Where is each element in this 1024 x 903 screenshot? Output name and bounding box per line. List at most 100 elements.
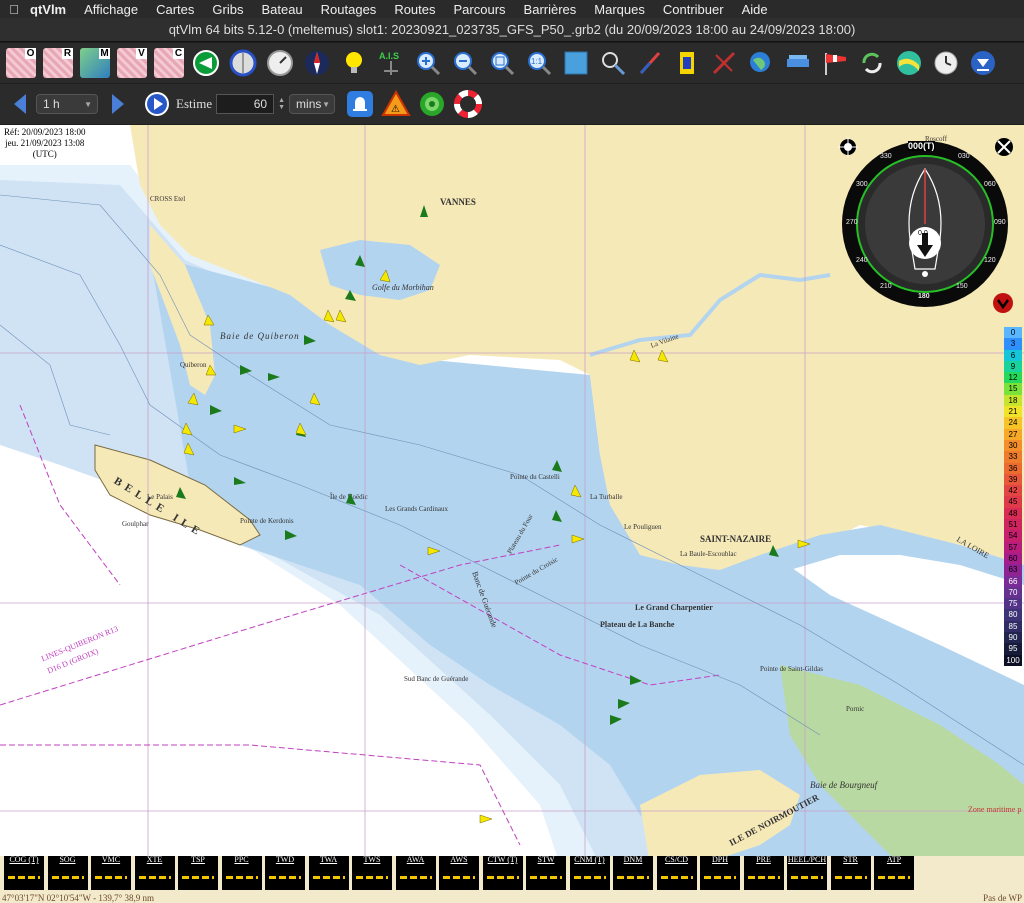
zoom-out-icon[interactable] [450, 48, 480, 78]
zoom-in-icon[interactable] [413, 48, 443, 78]
label-le-palais: Le Palais [147, 493, 173, 501]
compass-tick-030: 030 [958, 153, 970, 160]
estime-input[interactable]: 60 [216, 94, 275, 114]
compass-rose[interactable] [840, 139, 1010, 309]
instrument-cog-t[interactable]: COG (T) [4, 855, 44, 890]
instrument-label: PPC [234, 855, 249, 864]
target-icon[interactable] [417, 89, 447, 119]
wind-scale-step: 100 [1004, 654, 1022, 666]
ais-icon[interactable]: A.I.S [376, 48, 406, 78]
estime-stepper[interactable]: ▲ ▼ [278, 97, 285, 111]
layer-r-button[interactable]: R [43, 48, 73, 78]
label-le-pouliguen: Le Pouliguen [624, 523, 662, 531]
wind-scale-step: 27 [1004, 428, 1022, 440]
no-route-icon[interactable] [709, 48, 739, 78]
wind-scale-step: 95 [1004, 643, 1022, 655]
layer-c-button[interactable]: C [154, 48, 184, 78]
menu-aide[interactable]: Aide [742, 2, 768, 17]
menu-parcours[interactable]: Parcours [454, 2, 506, 17]
warning-icon[interactable]: ⚠ [381, 89, 411, 119]
globe-icon[interactable] [746, 48, 776, 78]
instrument-xte[interactable]: XTE [134, 855, 175, 890]
menu-contribuer[interactable]: Contribuer [663, 2, 724, 17]
menu-marques[interactable]: Marques [594, 2, 645, 17]
map-timezone: (UTC) [32, 149, 57, 159]
anchor-down-icon[interactable] [992, 292, 1014, 314]
instrument-label: XTE [146, 855, 163, 864]
instrument-aws[interactable]: AWS [439, 855, 479, 890]
instrument-awa[interactable]: AWA [395, 855, 436, 890]
play-icon[interactable] [144, 91, 170, 117]
label-baie-quiberon: Baie de Quiberon [220, 331, 300, 341]
instrument-label: TWA [319, 855, 338, 864]
compass-tick-300: 300 [856, 181, 868, 188]
menu-routes[interactable]: Routes [394, 2, 435, 17]
step-back-icon[interactable] [10, 91, 30, 117]
flag-icon[interactable] [672, 48, 702, 78]
windsock-icon[interactable] [820, 48, 850, 78]
alarm-bell-icon[interactable] [345, 89, 375, 119]
menu-affichage[interactable]: Affichage [84, 2, 138, 17]
needle-icon[interactable] [635, 48, 665, 78]
instrument-dph[interactable]: DPH [700, 855, 740, 890]
instrument-label: CS/CD [664, 855, 689, 864]
step-forward-icon[interactable] [108, 91, 128, 117]
menu-routages[interactable]: Routages [321, 2, 377, 17]
step-select[interactable]: 1 h ▼ [36, 94, 98, 114]
layer-m-button[interactable]: M [80, 48, 110, 78]
layer-c-label: C [173, 48, 184, 59]
layer-o-button[interactable]: O [6, 48, 36, 78]
crosshair-icon[interactable] [838, 137, 858, 157]
menu-cartes[interactable]: Cartes [156, 2, 194, 17]
grib-icon[interactable] [894, 48, 924, 78]
gauge-icon[interactable] [265, 48, 295, 78]
instrument-value-placeholder [225, 876, 258, 879]
search-icon[interactable] [598, 48, 628, 78]
instrument-sog[interactable]: SOG [47, 855, 88, 890]
layers-icon[interactable] [783, 48, 813, 78]
instrument-value-placeholder [486, 876, 519, 879]
instrument-tws[interactable]: TWS [352, 855, 392, 890]
menu-gribs[interactable]: Gribs [212, 2, 243, 17]
instrument-str[interactable]: STR [830, 855, 871, 890]
instrument-cnm-t[interactable]: CNM (T) [569, 855, 610, 890]
label-pointe-castelli: Pointe du Castelli [510, 473, 560, 481]
menu-barrieres[interactable]: Barrières [524, 2, 577, 17]
estime-unit-select[interactable]: mins ▼ [289, 94, 336, 114]
instrument-dnm[interactable]: DNM [613, 855, 653, 890]
expand-icon[interactable] [994, 137, 1014, 157]
menu-bateau[interactable]: Bateau [261, 2, 302, 17]
instrument-pre[interactable]: PRE [743, 855, 784, 890]
layer-v-label: V [136, 48, 147, 59]
instrument-label: AWS [450, 855, 468, 864]
apple-menu-icon[interactable]:  [4, 2, 24, 17]
download-icon[interactable] [968, 48, 998, 78]
layer-v-button[interactable]: V [117, 48, 147, 78]
instrument-heel-pch[interactable]: HEEL/PCH [787, 855, 827, 890]
wind-compass-icon[interactable] [302, 48, 332, 78]
instrument-twd[interactable]: TWD [265, 855, 305, 890]
lightbulb-icon[interactable] [339, 48, 369, 78]
play-back-icon[interactable] [191, 48, 221, 78]
refresh-icon[interactable] [857, 48, 887, 78]
instrument-twa[interactable]: TWA [308, 855, 349, 890]
lifebuoy-icon[interactable] [453, 89, 483, 119]
instrument-ppc[interactable]: PPC [221, 855, 262, 890]
wind-scale-step: 63 [1004, 564, 1022, 576]
instrument-tsp[interactable]: TSP [178, 855, 218, 890]
instrument-vmc[interactable]: VMC [91, 855, 131, 890]
instrument-atp[interactable]: ATP [874, 855, 914, 890]
chart-map[interactable]: Réf: 20/09/2023 18:00 jeu. 21/09/2023 13… [0, 125, 1024, 865]
instrument-stw[interactable]: STW [526, 855, 566, 890]
instrument-ctw-t[interactable]: CTW (T) [482, 855, 523, 890]
wind-scale-step: 48 [1004, 507, 1022, 520]
clock-icon[interactable] [931, 48, 961, 78]
menu-app[interactable]: qtVlm [30, 2, 66, 17]
map-square-icon[interactable] [561, 48, 591, 78]
label-goulphar: Goulphar [122, 520, 149, 528]
zoom-1to1-icon[interactable]: 1:1 [524, 48, 554, 78]
instrument-label: CNM (T) [574, 855, 605, 864]
zoom-area-icon[interactable] [487, 48, 517, 78]
compass-icon[interactable] [228, 48, 258, 78]
instrument-cs-cd[interactable]: CS/CD [656, 855, 697, 890]
